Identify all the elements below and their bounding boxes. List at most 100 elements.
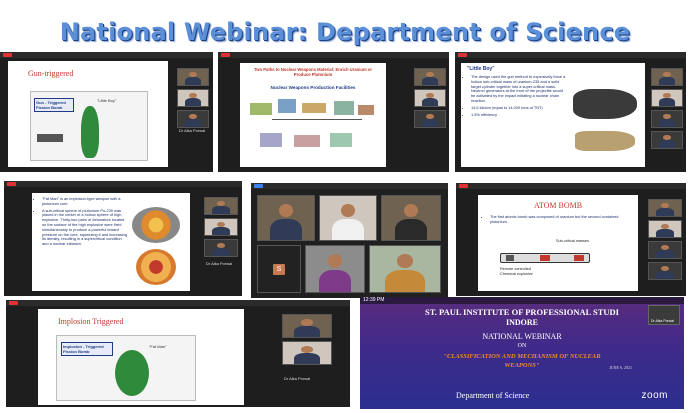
slide: Implosion Triggered Implosion - Triggere… xyxy=(38,309,244,405)
window-titlebar xyxy=(0,52,213,58)
bomb-illustration xyxy=(81,106,99,158)
screenshot-two-paths: Two Paths to Nuclear Weapons Material: E… xyxy=(218,52,449,172)
diagram-caption: "Fat Man" xyxy=(149,344,167,349)
participant-video xyxy=(414,68,446,86)
slide-subtitle: Nuclear Weapons Production Facilities xyxy=(270,85,356,90)
window-titlebar xyxy=(455,52,686,58)
slide: ATOM BOMB The first atomic bomb was comp… xyxy=(478,195,638,291)
slide: "Little Boy" The design used the gun met… xyxy=(461,63,645,167)
participant-video xyxy=(177,110,209,128)
screenshot-little-boy: "Little Boy" The design used the gun met… xyxy=(455,52,686,172)
core-diagram xyxy=(136,249,176,285)
avatar-initial: S xyxy=(272,263,286,275)
participant-strip xyxy=(651,68,683,149)
slide: Gun-triggered Gun - Triggered Fission Bo… xyxy=(8,61,168,167)
participant-video xyxy=(319,195,377,241)
bomb-diagram: Gun - Triggered Fission Bomb "Little Boy… xyxy=(30,91,148,161)
participant-video xyxy=(369,245,441,293)
screenshot-implosion-triggered: Implosion Triggered Implosion - Triggere… xyxy=(6,300,350,407)
implosion-diagram xyxy=(132,207,180,243)
participant-video xyxy=(651,110,683,128)
screenshot-atom-bomb: ATOM BOMB The first atomic bomb was comp… xyxy=(456,183,686,296)
talk-title-line2: WEAPONS" xyxy=(504,362,540,369)
participant-name: Dr Alka Porwal xyxy=(206,261,233,266)
participant-video xyxy=(257,195,315,241)
bomb-diagram: Implosion - Triggered Fission Bomb "Fat … xyxy=(56,335,196,401)
bullet: The first atomic bomb was composed of ur… xyxy=(490,214,630,225)
department-name: Department of Science xyxy=(456,391,530,400)
little-boy-image xyxy=(573,89,637,119)
record-icon xyxy=(3,53,12,57)
participant-strip xyxy=(282,314,332,365)
participant-video xyxy=(282,314,332,338)
window-titlebar xyxy=(4,181,242,187)
screenshot-gun-triggered: Gun-triggered Gun - Triggered Fission Bo… xyxy=(0,52,213,172)
participant-name: Dr Alka Porwal xyxy=(284,376,311,381)
screenshot-fat-man: "Fat Man" is an implosion-type weapon wi… xyxy=(4,181,242,296)
detonator-box xyxy=(37,134,63,142)
diagram-label: Remote controlled Chemical explosive xyxy=(500,267,533,277)
participant-video xyxy=(651,68,683,86)
participant-video xyxy=(305,245,365,293)
participant-strip xyxy=(177,68,209,128)
bullet-list: "Fat Man" is an implosion-type weapon wi… xyxy=(42,196,128,247)
bullet: The design used the gun method to explos… xyxy=(471,74,567,104)
slide-title: Implosion Triggered xyxy=(58,317,124,326)
record-icon xyxy=(458,53,467,57)
diagram-label-box: Gun - Triggered Fission Bomb xyxy=(34,98,74,112)
participant-video xyxy=(204,197,238,215)
institute-city: INDORE xyxy=(505,318,538,327)
bullet: 1.5% efficiency xyxy=(471,112,567,118)
slide-title: Two Paths to Nuclear Weapons Material: E… xyxy=(253,67,373,78)
record-icon xyxy=(221,53,230,57)
participant-video xyxy=(204,239,238,257)
participant-avatar: S xyxy=(257,245,301,293)
window-titlebar xyxy=(6,300,350,306)
slide-title: Gun-triggered xyxy=(28,69,74,78)
atom-bomb-diagram: Sub-critical masses Remote controlled Ch… xyxy=(500,235,620,283)
participant-video xyxy=(282,341,332,365)
participant-video xyxy=(648,220,682,238)
slide-title: "Little Boy" xyxy=(467,66,495,72)
participant-video xyxy=(414,110,446,128)
participant-video xyxy=(381,195,441,241)
record-icon xyxy=(9,301,18,305)
participant-video xyxy=(651,89,683,107)
institute-name: ST. PAUL INSTITUTE OF PROFESSIONAL STUDI xyxy=(425,307,619,317)
slide: "Fat Man" is an implosion-type weapon wi… xyxy=(32,193,190,291)
diagram-label: Sub-critical masses xyxy=(556,239,589,243)
bomb-illustration xyxy=(115,350,149,396)
record-icon xyxy=(459,184,468,188)
bullet: "Fat Man" is an implosion-type weapon wi… xyxy=(42,196,128,207)
webinar-label: NATIONAL WEBINAR xyxy=(482,332,562,341)
bullet: A sub-critical sphere of plutonium Pu-23… xyxy=(42,208,128,247)
participant-video xyxy=(177,89,209,107)
clock-time: 12:39 PM xyxy=(363,297,385,303)
bullet-list: The first atomic bomb was composed of ur… xyxy=(490,214,630,225)
window-titlebar xyxy=(456,183,686,189)
window-titlebar xyxy=(251,183,448,189)
participant-video xyxy=(651,131,683,149)
page-title: National Webinar: Department of Science xyxy=(59,18,631,46)
window-titlebar: 12:39 PM xyxy=(360,297,684,304)
participant-strip xyxy=(648,199,682,280)
facilities-diagram xyxy=(250,95,376,159)
bullet: 14.5 kiloton (equal to 14,000 tons of TN… xyxy=(471,105,567,111)
participant-name: Dr Alka Porwal xyxy=(179,128,206,133)
talk-title-line1: "CLASSIFICATION AND MECHANISM OF NUCLEAR xyxy=(443,353,601,360)
participant-strip xyxy=(204,197,238,257)
slide: Two Paths to Nuclear Weapons Material: E… xyxy=(240,63,386,167)
participant-video xyxy=(414,89,446,107)
participant-video xyxy=(204,218,238,236)
webinar-banner: 12:39 PM Dr Alka Porwal ST. PAUL INSTITU… xyxy=(360,297,684,409)
participant-video xyxy=(648,241,682,259)
on-label: ON xyxy=(517,343,527,349)
record-icon xyxy=(254,184,263,188)
bullet-list: The design used the gun method to explos… xyxy=(471,74,567,118)
window-titlebar xyxy=(218,52,449,58)
participant-video xyxy=(648,199,682,217)
participant-strip xyxy=(414,68,446,128)
bomb-cutaway xyxy=(575,131,635,151)
slide-title: ATOM BOMB xyxy=(533,201,583,210)
record-icon xyxy=(7,182,16,186)
